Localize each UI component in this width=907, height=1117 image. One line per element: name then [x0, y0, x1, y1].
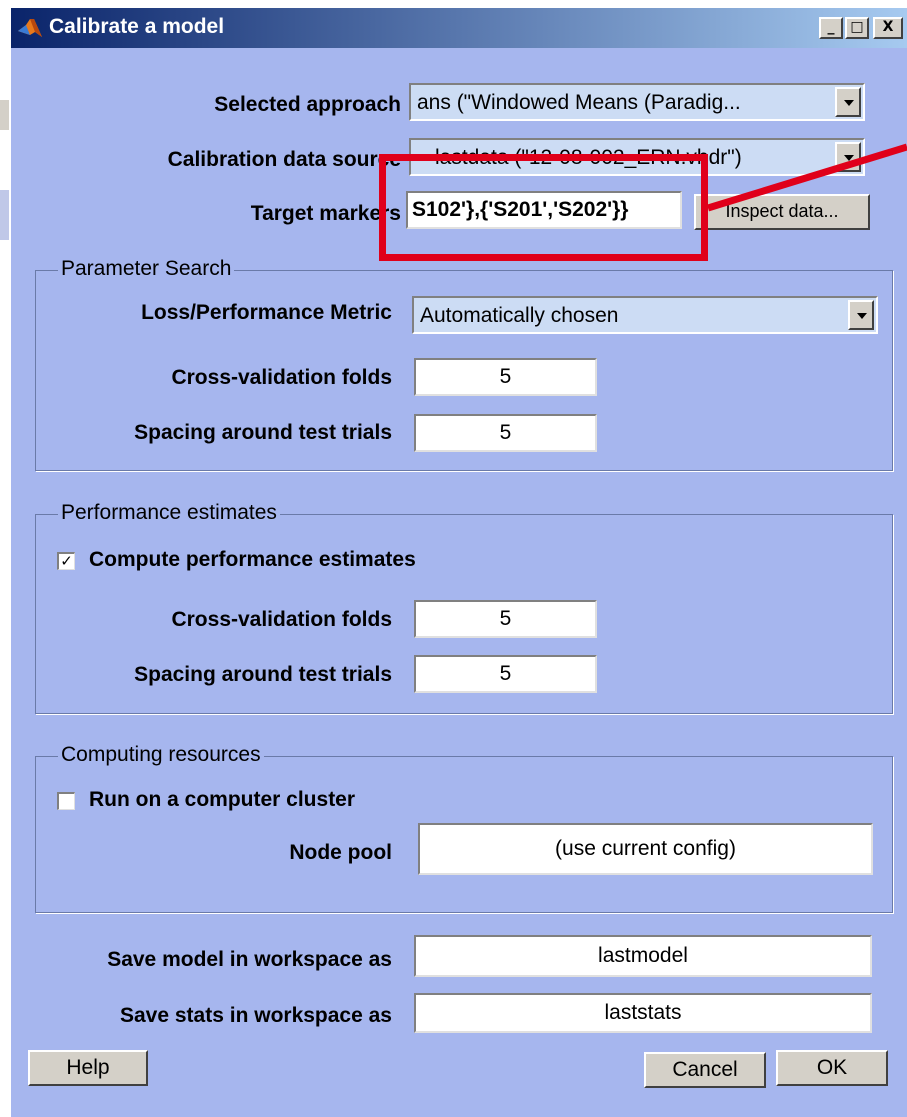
annotation-arrow: [706, 143, 907, 212]
